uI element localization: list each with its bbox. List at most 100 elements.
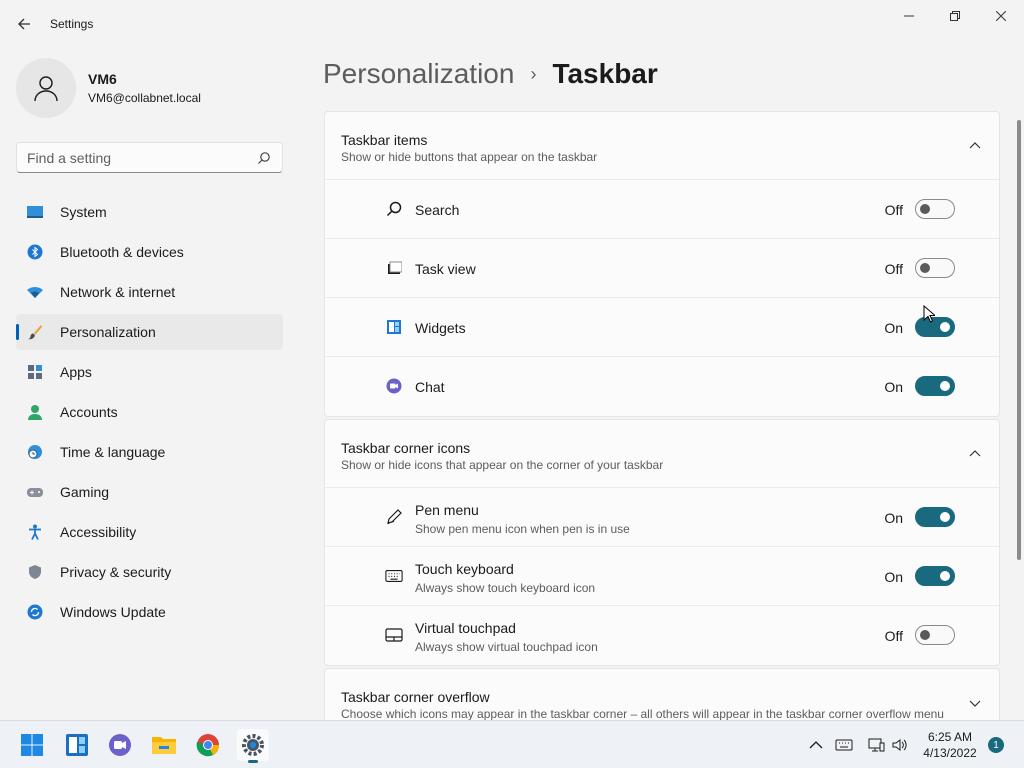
- section-subtitle: Show or hide icons that appear on the co…: [341, 458, 664, 472]
- setting-row-touch-keyboard: Touch keyboard Always show touch keyboar…: [325, 547, 999, 606]
- task-view-toggle[interactable]: [915, 258, 955, 278]
- setting-row-search: Search Off: [325, 180, 999, 239]
- person-icon: [34, 76, 58, 102]
- taskbar-items-card: Taskbar items Show or hide buttons that …: [324, 111, 1000, 417]
- sidebar-item-label: Gaming: [60, 484, 110, 500]
- sidebar-item-label: Bluetooth & devices: [60, 244, 184, 260]
- restore-icon: [950, 11, 960, 21]
- mouse-cursor-icon: [923, 305, 935, 323]
- touch-keyboard-tray[interactable]: [834, 735, 854, 755]
- sidebar-item-label: Accounts: [60, 404, 118, 420]
- taskbar-chrome[interactable]: [192, 729, 224, 761]
- sidebar-item-bluetooth[interactable]: Bluetooth & devices: [16, 234, 283, 270]
- chevron-up-icon: [809, 741, 823, 749]
- taskbar-widgets[interactable]: [61, 729, 93, 761]
- wifi-icon: [26, 283, 44, 301]
- network-icon: [868, 738, 885, 752]
- close-icon: [996, 11, 1006, 21]
- breadcrumb-parent[interactable]: Personalization: [323, 58, 514, 90]
- taskbar-file-explorer[interactable]: [148, 729, 180, 761]
- sidebar-item-network[interactable]: Network & internet: [16, 274, 283, 310]
- title-bar: Settings: [0, 0, 1024, 48]
- sidebar-item-system[interactable]: System: [16, 194, 283, 230]
- pen-icon: [385, 508, 403, 526]
- system-icon: [26, 203, 44, 221]
- toggle-state-text: On: [884, 379, 903, 395]
- sidebar-item-label: Personalization: [60, 324, 156, 340]
- corner-icons-header[interactable]: Taskbar corner icons Show or hide icons …: [325, 420, 999, 488]
- close-button[interactable]: [978, 0, 1024, 32]
- widgets-icon: [385, 318, 403, 336]
- sidebar-nav: System Bluetooth & devices Network & int…: [16, 194, 283, 634]
- clock-time: 6:25 AM: [927, 730, 973, 744]
- virtual-touchpad-toggle[interactable]: [915, 625, 955, 645]
- apps-icon: [26, 363, 44, 381]
- show-hidden-icons-button[interactable]: [806, 735, 826, 755]
- restore-button[interactable]: [932, 0, 978, 32]
- sidebar-item-time-language[interactable]: Time & language: [16, 434, 283, 470]
- taskbar-chat[interactable]: [104, 729, 136, 761]
- taskbar-settings[interactable]: [237, 729, 269, 763]
- minimize-button[interactable]: [886, 0, 932, 32]
- profile-email: VM6@collabnet.local: [88, 91, 201, 105]
- widgets-toggle[interactable]: [915, 317, 955, 337]
- chevron-down-icon[interactable]: [969, 697, 981, 709]
- back-arrow-icon: [18, 18, 30, 30]
- accessibility-icon: [26, 523, 44, 541]
- volume-tray[interactable]: [890, 735, 910, 755]
- volume-icon: [892, 739, 907, 751]
- corner-overflow-card[interactable]: Taskbar corner overflow Choose which ico…: [324, 668, 1000, 728]
- network-tray[interactable]: [866, 735, 886, 755]
- taskbar-clock[interactable]: 6:25 AM 4/13/2022: [920, 729, 980, 761]
- corner-icons-card: Taskbar corner icons Show or hide icons …: [324, 419, 1000, 666]
- section-title: Taskbar corner icons: [341, 440, 471, 456]
- file-explorer-icon: [152, 737, 176, 754]
- back-button[interactable]: [12, 12, 36, 36]
- breadcrumb-separator: ›: [530, 63, 537, 84]
- update-icon: [26, 603, 44, 621]
- search-icon[interactable]: [256, 150, 272, 166]
- section-subtitle: Choose which icons may appear in the tas…: [341, 707, 944, 721]
- chevron-up-icon[interactable]: [969, 448, 981, 460]
- touch-keyboard-toggle[interactable]: [915, 566, 955, 586]
- setting-row-task-view: Task view Off: [325, 239, 999, 298]
- sidebar-item-gaming[interactable]: Gaming: [16, 474, 283, 510]
- sidebar-item-accounts[interactable]: Accounts: [16, 394, 283, 430]
- setting-label: Search: [415, 202, 460, 218]
- sidebar-item-accessibility[interactable]: Accessibility: [16, 514, 283, 550]
- setting-row-widgets: Widgets On: [325, 298, 999, 357]
- chat-toggle[interactable]: [915, 376, 955, 396]
- setting-row-chat: Chat On: [325, 357, 999, 416]
- setting-row-pen-menu: Pen menu Show pen menu icon when pen is …: [325, 488, 999, 547]
- sidebar-item-privacy[interactable]: Privacy & security: [16, 554, 283, 590]
- brush-icon: [26, 323, 44, 341]
- sidebar-item-label: Network & internet: [60, 284, 176, 300]
- avatar: [16, 58, 76, 118]
- breadcrumb: Personalization › Taskbar: [323, 58, 658, 90]
- gamepad-icon: [26, 483, 44, 501]
- search-toggle[interactable]: [915, 199, 955, 219]
- sidebar-item-label: Accessibility: [60, 524, 137, 540]
- shield-icon: [26, 563, 44, 581]
- task-view-icon: [385, 259, 403, 277]
- sidebar-item-windows-update[interactable]: Windows Update: [16, 594, 283, 630]
- scrollbar[interactable]: [1017, 120, 1021, 560]
- toggle-state-text: Off: [884, 261, 903, 277]
- clock-date: 4/13/2022: [923, 746, 977, 760]
- search-input[interactable]: [27, 149, 247, 167]
- touchpad-icon: [385, 626, 403, 644]
- user-profile[interactable]: VM6 VM6@collabnet.local: [16, 58, 201, 118]
- sidebar-item-personalization[interactable]: Personalization: [16, 314, 283, 350]
- start-button[interactable]: [16, 729, 48, 761]
- sidebar-item-label: Time & language: [60, 444, 166, 460]
- setting-label: Task view: [415, 261, 476, 277]
- settings-icon: [242, 734, 264, 756]
- pen-menu-toggle[interactable]: [915, 507, 955, 527]
- app-title: Settings: [50, 17, 94, 31]
- page-title: Taskbar: [552, 58, 658, 89]
- notification-badge[interactable]: 1: [988, 737, 1004, 753]
- taskbar-items-header[interactable]: Taskbar items Show or hide buttons that …: [325, 112, 999, 180]
- sidebar-item-apps[interactable]: Apps: [16, 354, 283, 390]
- chevron-up-icon[interactable]: [969, 140, 981, 152]
- search-box: [16, 142, 283, 173]
